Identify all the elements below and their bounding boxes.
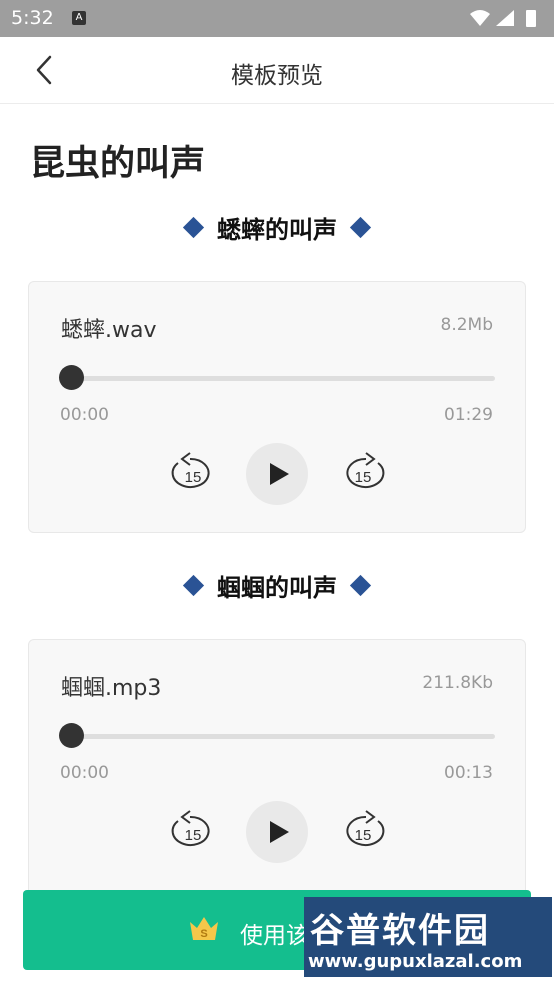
status-time: 5:32 (11, 7, 54, 29)
diamond-icon (182, 216, 205, 239)
status-icons (470, 10, 536, 27)
time-current: 00:00 (60, 405, 109, 425)
use-template-label: 使用该 (240, 923, 309, 949)
progress-knob[interactable] (59, 365, 84, 390)
page-title: 昆虫的叫声 (30, 144, 206, 184)
play-button[interactable] (246, 801, 308, 863)
page-header-title: 模板预览 (231, 63, 323, 89)
rewind-label: 15 (185, 827, 202, 844)
play-icon (270, 821, 289, 843)
wifi-icon (470, 10, 490, 26)
rewind-15-button[interactable]: 15 (168, 801, 218, 863)
file-name: 蝈蝈.mp3 (61, 676, 162, 701)
section-label: 蟋蟀的叫声 (217, 216, 337, 244)
section-heading-1: 蟋蟀的叫声 (0, 210, 554, 245)
status-bar: 5:32 A (0, 0, 554, 37)
time-current: 00:00 (60, 763, 109, 783)
audio-player-card-1: 蟋蟀.wav 8.2Mb 00:00 01:29 15 15 (28, 281, 526, 533)
diamond-icon (349, 574, 372, 597)
file-size: 211.8Kb (422, 673, 493, 693)
audio-player-card-2: 蝈蝈.mp3 211.8Kb 00:00 00:13 15 15 (28, 639, 526, 901)
watermark-url: www.gupuxlazal.com (308, 951, 523, 972)
forward-15-button[interactable]: 15 (338, 443, 388, 505)
battery-icon (526, 10, 536, 27)
rewind-label: 15 (185, 469, 202, 486)
progress-knob[interactable] (59, 723, 84, 748)
signal-icon (496, 10, 514, 26)
diamond-icon (182, 574, 205, 597)
watermark: 谷普软件园 www.gupuxlazal.com (304, 897, 552, 977)
progress-track[interactable] (73, 734, 495, 739)
crown-icon: S (190, 917, 218, 940)
forward-label: 15 (355, 469, 372, 486)
svg-text:S: S (200, 928, 207, 940)
time-total: 01:29 (444, 405, 493, 425)
play-icon (270, 463, 289, 485)
rewind-15-button[interactable]: 15 (168, 443, 218, 505)
diamond-icon (349, 216, 372, 239)
forward-label: 15 (355, 827, 372, 844)
watermark-title: 谷普软件园 (310, 911, 490, 951)
progress-track[interactable] (73, 376, 495, 381)
file-name: 蟋蟀.wav (61, 318, 157, 343)
section-label: 蝈蝈的叫声 (217, 574, 337, 602)
title-bar: 模板预览 (0, 37, 554, 104)
forward-15-button[interactable]: 15 (338, 801, 388, 863)
play-button[interactable] (246, 443, 308, 505)
notification-badge: A (72, 11, 86, 25)
file-size: 8.2Mb (440, 315, 494, 335)
section-heading-2: 蝈蝈的叫声 (0, 568, 554, 603)
time-total: 00:13 (444, 763, 493, 783)
